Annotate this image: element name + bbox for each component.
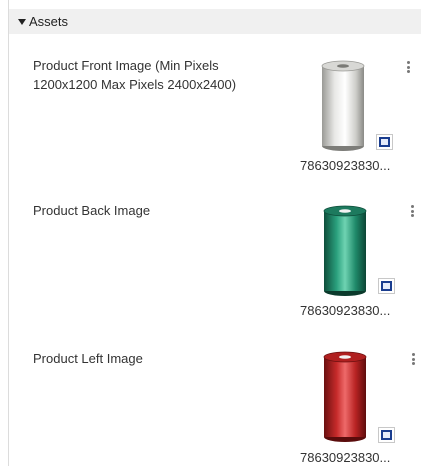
file-type-icon bbox=[379, 279, 394, 293]
asset-thumbnail-left[interactable] bbox=[305, 349, 385, 445]
ribbon-spool-image bbox=[321, 60, 365, 151]
assets-section-header[interactable]: Assets bbox=[9, 9, 421, 34]
asset-label-front: Product Front Image (Min Pixels 1200x120… bbox=[33, 58, 237, 92]
assets-panel: Assets Product Front Image (Min Pixels 1… bbox=[0, 0, 423, 466]
ribbon-spool-image bbox=[323, 205, 367, 296]
asset-label-left: Product Left Image bbox=[33, 351, 143, 366]
caret-down-icon[interactable] bbox=[18, 18, 26, 25]
section-title: Assets bbox=[29, 14, 69, 29]
asset-row-front: Product Front Image (Min Pixels 1200x120… bbox=[9, 56, 421, 186]
asset-filename-front[interactable]: 78630923830... bbox=[300, 158, 390, 173]
asset-filename-left[interactable]: 78630923830... bbox=[300, 450, 390, 465]
asset-label-back: Product Back Image bbox=[33, 203, 151, 218]
kebab-menu-icon[interactable] bbox=[402, 60, 414, 74]
ribbon-spool-image bbox=[323, 351, 367, 442]
asset-row-back: Product Back Image 78630923830... bbox=[9, 201, 421, 331]
asset-thumbnail-front[interactable] bbox=[303, 58, 383, 154]
asset-thumbnail-back[interactable] bbox=[305, 203, 385, 299]
asset-row-left: Product Left Image 78630923830... bbox=[9, 349, 421, 466]
file-type-icon bbox=[379, 428, 394, 442]
kebab-menu-icon[interactable] bbox=[406, 204, 418, 218]
file-type-icon bbox=[377, 135, 392, 149]
asset-filename-back[interactable]: 78630923830... bbox=[300, 303, 390, 318]
kebab-menu-icon[interactable] bbox=[407, 352, 419, 366]
